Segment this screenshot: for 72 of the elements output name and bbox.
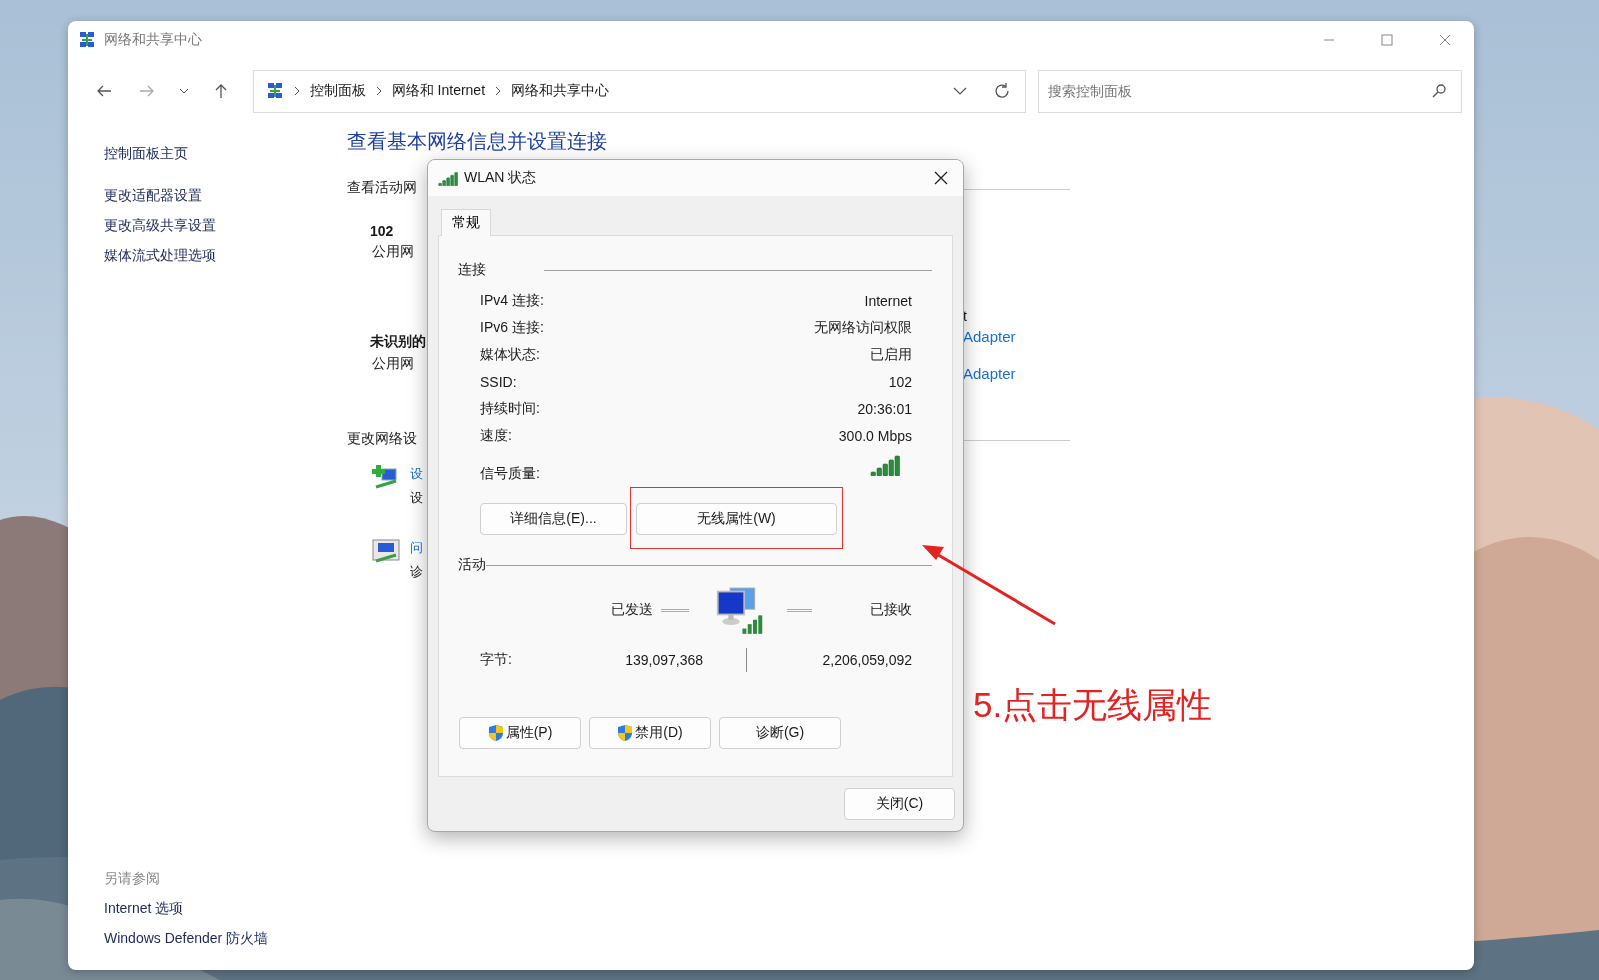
field-value: Internet bbox=[864, 292, 912, 309]
breadcrumb[interactable]: 网络和 Internet bbox=[391, 82, 486, 100]
tab[interactable]: 常规 bbox=[441, 209, 491, 236]
shield-icon bbox=[487, 724, 504, 742]
sidebar-link[interactable]: 更改高级共享设置 bbox=[104, 217, 347, 235]
window-title: 网络和共享中心 bbox=[104, 31, 202, 49]
action-button[interactable]: 禁用(D) bbox=[589, 717, 711, 749]
section-label: 更改网络设 bbox=[347, 430, 418, 448]
network-monitor-icon bbox=[372, 539, 402, 565]
field-value: 102 bbox=[888, 373, 912, 390]
task-description: 设 bbox=[410, 489, 423, 507]
see-also-title: 另请参阅 bbox=[104, 870, 161, 888]
connection-link[interactable]: Adapter bbox=[963, 328, 1070, 345]
sidebar-link[interactable]: 更改适配器设置 bbox=[104, 187, 347, 205]
field-value: 300.0 Mbps bbox=[838, 427, 912, 444]
back-arrow-icon[interactable] bbox=[95, 84, 112, 98]
breadcrumb[interactable]: 网络和共享中心 bbox=[511, 82, 610, 100]
task-description: 诊 bbox=[410, 563, 423, 581]
field-label: 字节: bbox=[480, 651, 513, 669]
field-label: 速度: bbox=[480, 426, 512, 445]
task-link[interactable]: 问 bbox=[410, 539, 423, 557]
field-label: IPv6 连接: bbox=[480, 318, 544, 337]
sidebar-link[interactable]: 控制面板主页 bbox=[104, 145, 347, 163]
task-link[interactable]: 设 bbox=[410, 465, 423, 483]
up-arrow-icon[interactable] bbox=[213, 83, 228, 99]
search-icon bbox=[1432, 83, 1446, 98]
network-type: 公用网 bbox=[372, 243, 415, 261]
signal-strength-icon bbox=[870, 454, 900, 476]
action-button[interactable]: 诊断(G) bbox=[719, 717, 841, 749]
network-icon bbox=[78, 31, 96, 49]
field-label: 媒体状态: bbox=[480, 345, 540, 364]
bytes-sent: 139,097,368 bbox=[625, 652, 703, 668]
network-icon bbox=[265, 82, 284, 100]
close-dialog-button[interactable]: 关闭(C) bbox=[844, 788, 955, 820]
address-bar[interactable]: 控制面板 网络和 Internet 网络和共享中心 bbox=[252, 69, 1027, 113]
network-name: 102 bbox=[370, 223, 395, 239]
field-value: 无网络访问权限 bbox=[814, 318, 912, 337]
wireless-properties-button[interactable]: 无线属性(W) bbox=[636, 503, 837, 535]
group-title: 活动 bbox=[458, 556, 486, 574]
chevron-down-icon[interactable] bbox=[179, 88, 190, 94]
refresh-icon[interactable] bbox=[993, 82, 1012, 100]
close-icon[interactable] bbox=[934, 171, 948, 185]
field-label: 信号质量: bbox=[480, 465, 540, 483]
field-label: SSID: bbox=[480, 373, 517, 390]
dialog-title: WLAN 状态 bbox=[464, 169, 537, 187]
received-label: 已接收 bbox=[870, 601, 912, 619]
bytes-received: 2,206,059,092 bbox=[822, 652, 912, 668]
chevron-icon bbox=[375, 86, 382, 96]
connection-link[interactable]: Adapter bbox=[963, 365, 1070, 382]
see-also-link[interactable]: Internet 选项 bbox=[104, 900, 347, 918]
field-label: 持续时间: bbox=[480, 399, 540, 418]
chevron-icon bbox=[495, 86, 502, 96]
group-title: 连接 bbox=[458, 261, 486, 279]
field-value: 20:36:01 bbox=[857, 400, 912, 417]
sidebar-link[interactable]: 媒体流式处理选项 bbox=[104, 247, 347, 265]
search-field[interactable]: 搜索控制面板 bbox=[1038, 69, 1462, 113]
dropdown-icon[interactable] bbox=[953, 87, 968, 95]
section-label: 查看活动网 bbox=[347, 179, 418, 197]
see-also-link[interactable]: Windows Defender 防火墙 bbox=[104, 930, 347, 948]
field-value: 已启用 bbox=[870, 345, 912, 364]
network-name: 未识别的 bbox=[370, 333, 427, 351]
field-label: IPv4 连接: bbox=[480, 291, 544, 310]
page-heading: 查看基本网络信息并设置连接 bbox=[347, 129, 608, 154]
sent-label: 已发送 bbox=[611, 601, 653, 619]
annotation-text: 5.点击无线属性 bbox=[973, 684, 1213, 726]
signal-icon bbox=[438, 170, 458, 186]
chevron-icon bbox=[293, 86, 300, 96]
network-type: 公用网 bbox=[372, 355, 415, 373]
details-button[interactable]: 详细信息(E)... bbox=[480, 503, 627, 535]
action-button[interactable]: 属性(P) bbox=[459, 717, 581, 749]
breadcrumb[interactable]: 控制面板 bbox=[309, 82, 366, 100]
shield-icon bbox=[617, 724, 634, 742]
